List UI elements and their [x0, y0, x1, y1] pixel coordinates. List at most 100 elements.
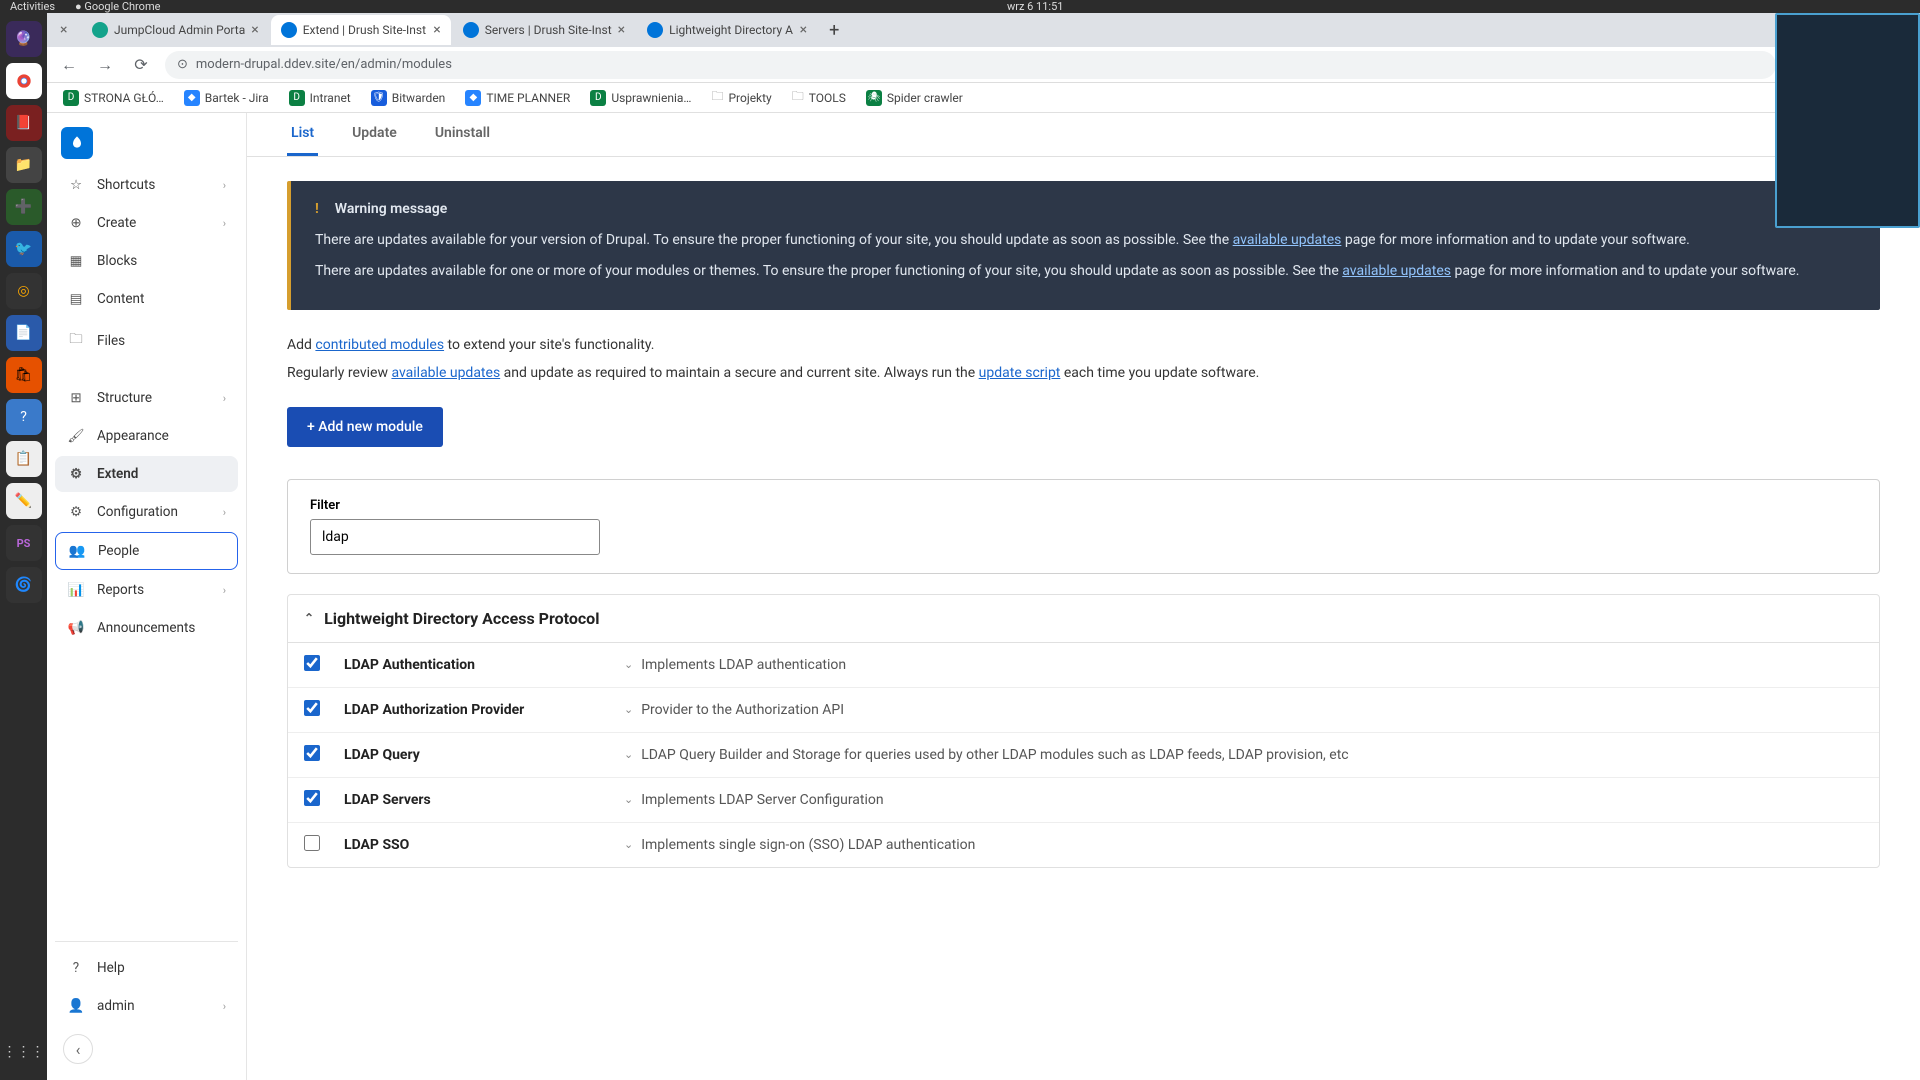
- sidebar-item-files[interactable]: 🗀Files: [55, 319, 238, 362]
- bookmark-folder[interactable]: 🗀TOOLS: [786, 84, 852, 111]
- sidebar-item-admin[interactable]: 👤admin›: [55, 988, 238, 1024]
- bookmark-folder[interactable]: 🗀Projekty: [705, 84, 777, 111]
- back-button[interactable]: ←: [57, 55, 81, 75]
- dock-app-3[interactable]: 📕: [6, 105, 42, 141]
- browser-tab[interactable]: JumpCloud Admin Porta ×: [82, 15, 269, 45]
- bookmark-item[interactable]: DUsprawnienia…: [584, 87, 697, 109]
- tab-update[interactable]: Update: [348, 113, 401, 156]
- os-top-bar: Activities ● Google Chrome wrz 6 11:51: [0, 0, 1920, 13]
- dock-app-9[interactable]: 🛍: [6, 357, 42, 393]
- module-row: LDAP Authorization Provider⌄Provider to …: [288, 688, 1879, 733]
- module-checkbox[interactable]: [304, 655, 320, 671]
- available-updates-link[interactable]: available updates: [1342, 263, 1451, 279]
- sidebar-item-label: admin: [97, 998, 135, 1014]
- chevron-down-icon: ⌄: [624, 748, 633, 761]
- site-info-icon[interactable]: ⊙: [177, 57, 188, 72]
- sidebar-item-extend[interactable]: ⚙Extend: [55, 456, 238, 492]
- dock-app-14[interactable]: 🌀: [6, 567, 42, 603]
- module-description[interactable]: ⌄Provider to the Authorization API: [624, 702, 1863, 718]
- module-checkbox[interactable]: [304, 790, 320, 806]
- available-updates-link[interactable]: available updates: [391, 365, 500, 381]
- os-activities[interactable]: Activities: [10, 0, 55, 13]
- contributed-modules-link[interactable]: contributed modules: [315, 337, 444, 353]
- sidebar-item-configuration[interactable]: ⚙Configuration›: [55, 494, 238, 530]
- module-description[interactable]: ⌄Implements single sign-on (SSO) LDAP au…: [624, 837, 1863, 853]
- new-tab-button[interactable]: +: [819, 20, 849, 41]
- bookmark-item[interactable]: ◆Bartek - Jira: [178, 87, 275, 109]
- filter-label: Filter: [310, 498, 1857, 513]
- close-icon[interactable]: ×: [433, 22, 440, 38]
- dock-app-5[interactable]: ➕: [6, 189, 42, 225]
- dock-chrome[interactable]: [6, 63, 42, 99]
- close-icon[interactable]: ×: [800, 22, 807, 38]
- url-input[interactable]: ⊙ modern-drupal.ddev.site/en/admin/modul…: [165, 51, 1776, 79]
- dock-app-8[interactable]: 📄: [6, 315, 42, 351]
- browser-tab-active[interactable]: Extend | Drush Site-Inst ×: [271, 15, 451, 45]
- sidebar-item-people[interactable]: 👥People: [55, 532, 238, 570]
- module-description[interactable]: ⌄LDAP Query Builder and Storage for quer…: [624, 747, 1863, 763]
- dock-thunderbird[interactable]: 🐦: [6, 231, 42, 267]
- sidebar-item-label: Announcements: [97, 620, 195, 636]
- module-name: LDAP SSO: [344, 837, 624, 853]
- os-dock: 🔮 📕 📁 ➕ 🐦 ◎ 📄 🛍 ? 📋 ✏️ PS 🌀 ⋮⋮⋮: [0, 13, 47, 1080]
- chevron-right-icon: ›: [223, 217, 226, 230]
- sidebar-item-create[interactable]: ⊕Create›: [55, 205, 238, 241]
- close-icon[interactable]: ×: [60, 22, 67, 38]
- module-description[interactable]: ⌄Implements LDAP authentication: [624, 657, 1863, 673]
- favicon-icon: [281, 22, 297, 38]
- drupal-logo[interactable]: [61, 127, 93, 159]
- sidebar-item-reports[interactable]: 📊Reports›: [55, 572, 238, 608]
- close-icon[interactable]: ×: [251, 22, 258, 38]
- sidebar-item-structure[interactable]: ⊞Structure›: [55, 380, 238, 416]
- sliders-icon: ⚙: [67, 504, 85, 520]
- module-row: LDAP Servers⌄Implements LDAP Server Conf…: [288, 778, 1879, 823]
- dock-app-12[interactable]: ✏️: [6, 483, 42, 519]
- dock-app-11[interactable]: 📋: [6, 441, 42, 477]
- module-checkbox[interactable]: [304, 700, 320, 716]
- sidebar-item-label: Reports: [97, 582, 144, 598]
- sidebar-item-appearance[interactable]: 🖌Appearance: [55, 418, 238, 454]
- dock-app-7[interactable]: ◎: [6, 273, 42, 309]
- bookmark-item[interactable]: 🕷Spider crawler: [860, 87, 969, 109]
- available-updates-link[interactable]: available updates: [1233, 232, 1342, 248]
- tab-list[interactable]: List: [287, 113, 318, 156]
- browser-tab[interactable]: Servers | Drush Site-Inst ×: [453, 15, 635, 45]
- close-icon[interactable]: ×: [618, 22, 625, 38]
- sidebar-item-content[interactable]: ▤Content: [55, 281, 238, 317]
- favicon-icon: [647, 22, 663, 38]
- filter-input[interactable]: [310, 519, 600, 555]
- brush-icon: 🖌: [67, 428, 85, 444]
- module-description[interactable]: ⌄Implements LDAP Server Configuration: [624, 792, 1863, 808]
- module-checkbox[interactable]: [304, 745, 320, 761]
- dock-phpstorm[interactable]: PS: [6, 525, 42, 561]
- dock-files[interactable]: 📁: [6, 147, 42, 183]
- filter-section: Filter: [287, 479, 1880, 574]
- forward-button[interactable]: →: [93, 55, 117, 75]
- sidebar-item-blocks[interactable]: ▦Blocks: [55, 243, 238, 279]
- sidebar-item-help[interactable]: ?Help: [55, 950, 238, 986]
- webcam-overlay: [1775, 13, 1920, 228]
- warning-icon: !: [315, 199, 319, 220]
- bookmark-item[interactable]: ◆TIME PLANNER: [459, 87, 576, 109]
- admin-sidebar: ☆Shortcuts›⊕Create›▦Blocks▤Content🗀Files…: [47, 113, 247, 1080]
- sidebar-item-label: Extend: [97, 466, 138, 482]
- browser-tab[interactable]: ×: [50, 15, 80, 45]
- bookmark-item[interactable]: 🛡Bitwarden: [365, 87, 452, 109]
- chevron-right-icon: ›: [223, 392, 226, 405]
- module-group-header[interactable]: ⌃ Lightweight Directory Access Protocol: [288, 595, 1879, 643]
- add-new-module-button[interactable]: + Add new module: [287, 407, 443, 447]
- bookmark-item[interactable]: DIntranet: [283, 87, 357, 109]
- sidebar-item-announcements[interactable]: 📢Announcements: [55, 610, 238, 646]
- dock-help[interactable]: ?: [6, 399, 42, 435]
- app-content: ☆Shortcuts›⊕Create›▦Blocks▤Content🗀Files…: [47, 113, 1920, 1080]
- tab-uninstall[interactable]: Uninstall: [431, 113, 494, 156]
- module-checkbox[interactable]: [304, 835, 320, 851]
- bookmark-item[interactable]: DSTRONA GŁÓ…: [57, 87, 170, 109]
- browser-tab[interactable]: Lightweight Directory A ×: [637, 15, 817, 45]
- sidebar-item-shortcuts[interactable]: ☆Shortcuts›: [55, 167, 238, 203]
- reload-button[interactable]: ⟳: [129, 55, 153, 74]
- update-script-link[interactable]: update script: [979, 365, 1061, 381]
- dock-app-1[interactable]: 🔮: [6, 21, 42, 57]
- dock-apps-grid[interactable]: ⋮⋮⋮: [6, 1034, 42, 1070]
- collapse-sidebar-button[interactable]: ‹: [63, 1034, 93, 1064]
